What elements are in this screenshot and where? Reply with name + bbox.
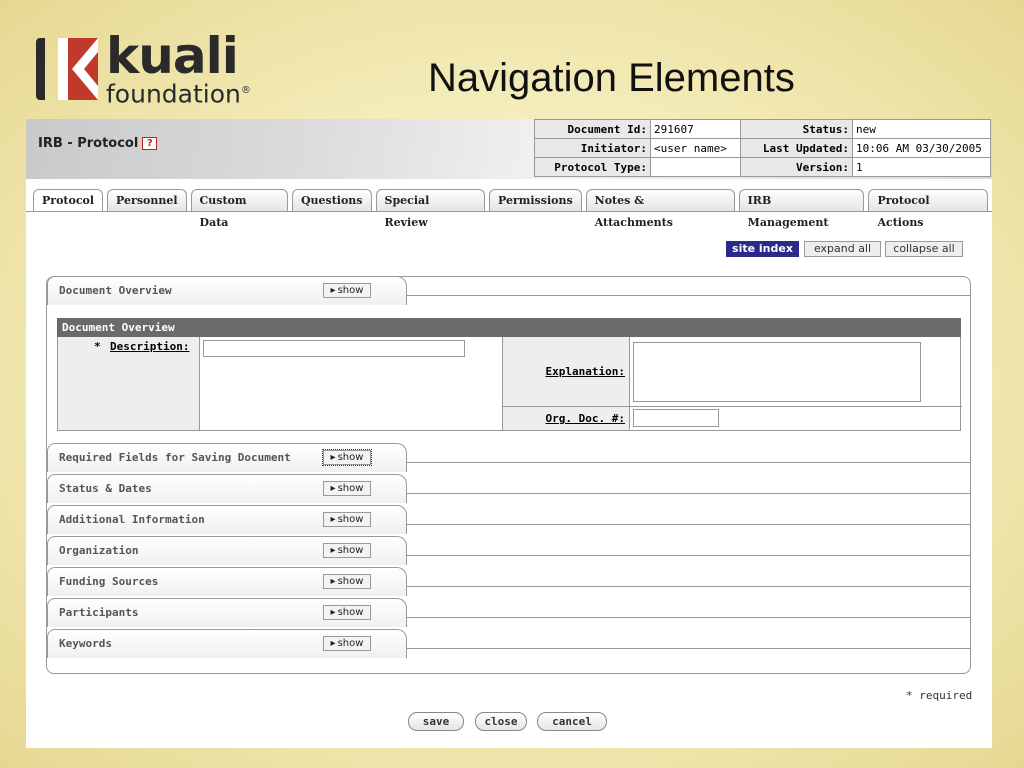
tab-bar: Protocol Personnel Custom Data Questions… [33, 189, 992, 229]
version-label: Version: [740, 157, 853, 177]
expand-all-button[interactable]: expand all [804, 241, 881, 257]
org-doc-label-cell: Org. Doc. #: [503, 407, 630, 430]
section-rule [407, 295, 971, 296]
section-funding-sources: Funding Sources show [47, 567, 971, 596]
document-header: IRB - Protocol? Document Id: 291607 Stat… [26, 119, 992, 179]
explanation-label: Explanation: [545, 365, 625, 378]
collapse-all-button[interactable]: collapse all [885, 241, 963, 257]
cancel-button[interactable]: cancel [537, 712, 607, 731]
section-label: Document Overview [59, 284, 172, 297]
required-marker: * [94, 340, 101, 353]
logo-subword: foundation® [106, 79, 251, 109]
section-label: Participants [59, 606, 139, 619]
section-rule [407, 617, 971, 618]
doc-id-value: 291607 [650, 119, 741, 139]
required-note: * required [906, 689, 973, 702]
document-overview-grid: * Description: Explanation: Org. Doc. #: [57, 337, 962, 431]
show-button[interactable]: show [323, 283, 371, 298]
section-participants: Participants show [47, 598, 971, 627]
org-doc-label: Org. Doc. #: [545, 412, 625, 425]
initiator-label: Initiator: [534, 138, 651, 158]
protocol-type-value [650, 157, 741, 177]
section-rule [407, 493, 971, 494]
tab-questions[interactable]: Questions [291, 189, 372, 211]
section-keywords: Keywords show [47, 629, 971, 658]
section-status-dates: Status & Dates show [47, 474, 971, 503]
explanation-label-cell: Explanation: [503, 337, 630, 407]
slide-title: Navigation Elements [428, 56, 795, 100]
show-button[interactable]: show [323, 605, 371, 620]
tab-custom-data[interactable]: Custom Data [190, 189, 288, 229]
tab-protocol-actions[interactable]: Protocol Actions [868, 189, 988, 229]
save-button[interactable]: save [408, 712, 464, 731]
org-doc-input[interactable] [633, 409, 719, 427]
description-input[interactable] [203, 340, 465, 357]
section-rule [407, 462, 971, 463]
help-icon[interactable]: ? [142, 137, 158, 150]
section-required-fields: Required Fields for Saving Document show [47, 443, 971, 472]
show-button[interactable]: show [323, 512, 371, 527]
show-button[interactable]: show [322, 449, 372, 466]
show-button[interactable]: show [323, 574, 371, 589]
show-button[interactable]: show [323, 543, 371, 558]
section-rule [407, 524, 971, 525]
initiator-value: <user name> [650, 138, 741, 158]
document-overview-header: Document Overview [57, 318, 961, 337]
section-label: Keywords [59, 637, 112, 650]
section-label: Organization [59, 544, 139, 557]
description-value-cell [200, 337, 503, 430]
section-label: Required Fields for Saving Document [59, 451, 291, 464]
section-label: Status & Dates [59, 482, 152, 495]
last-updated-label: Last Updated: [740, 138, 853, 158]
section-rule [407, 555, 971, 556]
description-label-cell: * Description: [58, 337, 200, 430]
close-button[interactable]: close [475, 712, 527, 731]
logo-k-mark-icon [58, 38, 98, 100]
doc-id-label: Document Id: [534, 119, 651, 139]
tab-irb-management[interactable]: IRB Management [738, 189, 865, 229]
tab-permissions[interactable]: Permissions [488, 189, 582, 211]
last-updated-value: 10:06 AM 03/30/2005 [852, 138, 991, 158]
section-additional-information: Additional Information show [47, 505, 971, 534]
section-document-overview: Document Overview show [47, 276, 971, 305]
show-button[interactable]: show [323, 636, 371, 651]
section-rule [407, 648, 971, 649]
site-index-button[interactable]: site index [726, 241, 799, 257]
tab-protocol[interactable]: Protocol [33, 189, 104, 212]
logo-word: kuali [106, 27, 239, 85]
section-label: Additional Information [59, 513, 205, 526]
description-label: Description: [110, 340, 190, 353]
tab-personnel[interactable]: Personnel [107, 189, 187, 211]
tab-divider [26, 211, 992, 212]
status-label: Status: [740, 119, 853, 139]
page-title: IRB - Protocol? [38, 136, 158, 151]
document-info-table: Document Id: 291607 Status: new Initiato… [534, 119, 991, 177]
section-organization: Organization show [47, 536, 971, 565]
show-button[interactable]: show [323, 481, 371, 496]
version-value: 1 [852, 157, 991, 177]
logo-bracket [36, 38, 45, 100]
section-rule [407, 586, 971, 587]
explanation-value-cell [630, 337, 962, 407]
org-doc-value-cell [630, 407, 962, 430]
kuali-logo: kuali foundation® [36, 28, 296, 108]
tab-notes-attachments[interactable]: Notes & Attachments [585, 189, 735, 229]
status-value: new [852, 119, 991, 139]
tab-special-review[interactable]: Special Review [375, 189, 485, 229]
protocol-type-label: Protocol Type: [534, 157, 651, 177]
explanation-textarea[interactable] [633, 342, 921, 402]
section-label: Funding Sources [59, 575, 159, 588]
kuali-app-window: IRB - Protocol? Document Id: 291607 Stat… [26, 119, 992, 748]
